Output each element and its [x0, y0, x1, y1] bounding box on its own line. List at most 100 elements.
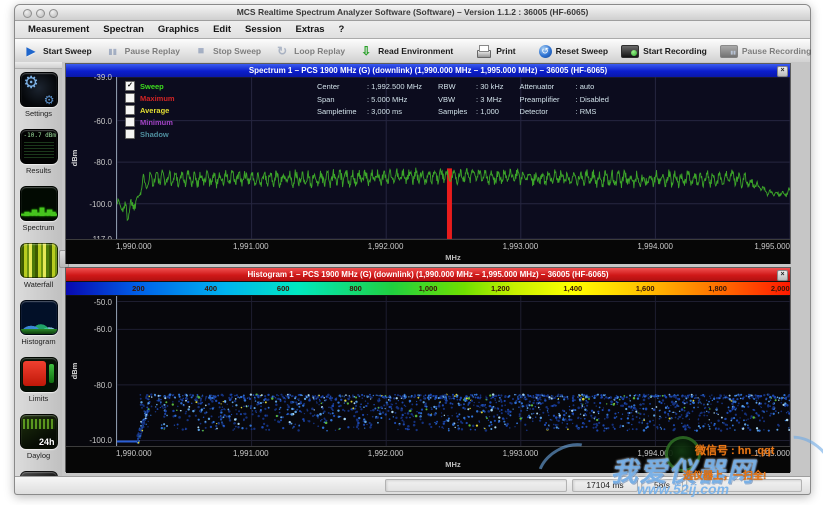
menu-item-spectran[interactable]: Spectran [96, 21, 151, 38]
legend-label: Maximum [140, 94, 175, 103]
close-window-button[interactable] [23, 9, 32, 18]
results-icon: -10.7 dBm [20, 129, 58, 164]
results-preview-text: -10.7 dBm [24, 132, 57, 139]
legend-label: Average [140, 106, 169, 115]
toolbar-button-pause-recording[interactable]: Pause Recording [720, 45, 811, 58]
y-tick-label: -80.0 [94, 381, 112, 390]
colorbar-tick-label: 1,200 [491, 284, 510, 293]
legend-checkbox[interactable] [125, 105, 135, 115]
sidebar-item-label: Histogram [15, 337, 62, 346]
histogram-panel-titlebar[interactable]: Histogram 1 – PCS 1900 MHz (G) (downlink… [66, 268, 790, 281]
info-label: Detector [520, 106, 576, 119]
legend-item-sweep[interactable]: ✓ Sweep [125, 80, 175, 92]
info-label: Attenuator [520, 81, 576, 94]
menu-item-graphics[interactable]: Graphics [151, 21, 206, 38]
info-value: : 3 MHz [476, 95, 502, 104]
status-cell [385, 479, 567, 492]
histogram-close-icon[interactable]: × [777, 270, 788, 281]
toolbar-button-stop-sweep[interactable]: Stop Sweep [193, 44, 261, 59]
sidebar-item-daylog[interactable]: 24hDaylog [15, 411, 62, 468]
legend-checkbox[interactable] [125, 129, 135, 139]
histogram-icon [20, 300, 58, 335]
x-tick-label: 1,992.000 [368, 449, 404, 458]
colorbar-tick-label: 1,800 [708, 284, 727, 293]
info-column: Attenuator: autoPreamplifier: DisabledDe… [520, 81, 609, 119]
reset-sweep-icon [539, 45, 552, 58]
sidebar-item-limits[interactable]: Limits [15, 354, 62, 411]
toolbar-button-print[interactable]: Print [476, 44, 515, 59]
sidebar-item-histogram[interactable]: Histogram [15, 297, 62, 354]
menu-item-extras[interactable]: Extras [288, 21, 331, 38]
legend-checkbox[interactable] [125, 93, 135, 103]
info-label: Samples [438, 106, 476, 119]
info-value: : RMS [576, 107, 597, 116]
daylog-icon: 24h [20, 414, 58, 449]
read-environment-icon [358, 44, 374, 59]
legend-item-maximum[interactable]: Maximum [125, 92, 175, 104]
x-tick-label: 1,994.000 [637, 449, 673, 458]
legend-label: Minimum [140, 118, 173, 127]
legend-checkbox[interactable] [125, 117, 135, 127]
toolbar-button-pause-replay[interactable]: Pause Replay [105, 44, 180, 59]
colorbar-tick-label: 600 [277, 284, 290, 293]
toolbar-button-label: Read Environment [378, 46, 453, 56]
info-value: : Disabled [576, 95, 609, 104]
menu-item-edit[interactable]: Edit [206, 21, 238, 38]
zoom-window-button[interactable] [49, 9, 58, 18]
legend-label: Sweep [140, 82, 164, 91]
loop-replay-icon [274, 44, 290, 59]
y-tick-label: -60.0 [94, 117, 112, 126]
right-gutter [793, 62, 810, 477]
traffic-lights [23, 9, 58, 18]
toolbar-button-label: Pause Replay [125, 46, 180, 56]
spectrum-legend: ✓ Sweep Maximum Average Minimum Shadow [125, 80, 175, 140]
legend-item-minimum[interactable]: Minimum [125, 116, 175, 128]
menu-item-help[interactable]: ? [332, 21, 352, 38]
spectrum-panel-titlebar[interactable]: Spectrum 1 – PCS 1900 MHz (G) (downlink)… [66, 64, 790, 77]
menu-bar: MeasurementSpectranGraphicsEditSessionEx… [15, 21, 810, 39]
histogram-panel: Histogram 1 – PCS 1900 MHz (G) (downlink… [65, 267, 791, 472]
sidebar-item-results[interactable]: -10.7 dBmResults [15, 126, 62, 183]
histogram-y-axis-label: dBm [70, 363, 79, 380]
sidebar-item-waterfall[interactable]: Waterfall [15, 240, 62, 297]
menu-item-session[interactable]: Session [238, 21, 288, 38]
toolbar-button-loop-replay[interactable]: Loop Replay [274, 44, 345, 59]
y-tick-label: -80.0 [94, 158, 112, 167]
toolbar-button-read-environment[interactable]: Read Environment [358, 44, 453, 59]
histogram-x-axis: MHz 1,990.0001,991.0001,992.0001,993.000… [66, 446, 790, 473]
info-row: Span: 5.000 MHz [317, 94, 422, 107]
histogram-plot[interactable] [116, 296, 790, 446]
sidebar-item-label: Limits [15, 394, 62, 403]
histogram-colorbar: 2004006008001,0001,2001,4001,6001,8002,0… [66, 281, 790, 296]
legend-item-average[interactable]: Average [125, 104, 175, 116]
spectrum-panel-title: Spectrum 1 – PCS 1900 MHz (G) (downlink)… [249, 66, 607, 75]
y-tick-label: -50.0 [94, 298, 112, 307]
menu-item-measurement[interactable]: Measurement [21, 21, 96, 38]
spectrum-x-axis: MHz 1,990.0001,991.0001,992.0001,993.000… [66, 239, 790, 264]
sidebar-header-strip [15, 62, 62, 69]
info-column: Center: 1,992.500 MHzSpan: 5.000 MHzSamp… [317, 81, 422, 119]
window-title: MCS Realtime Spectrum Analyzer Software … [15, 5, 810, 20]
info-value: : 1,000 [476, 107, 499, 116]
minimize-window-button[interactable] [36, 9, 45, 18]
status-cell [686, 479, 802, 492]
colorbar-tick-label: 1,000 [419, 284, 438, 293]
x-tick-label: 1,995.000 [754, 242, 790, 251]
legend-label: Shadow [140, 130, 169, 139]
spectrum-icon [20, 186, 58, 221]
colorbar-tick-label: 200 [132, 284, 145, 293]
settings-icon [20, 72, 58, 107]
info-value: : auto [576, 82, 595, 91]
content-area: Settings-10.7 dBmResultsSpectrumWaterfal… [15, 62, 810, 477]
legend-checkbox[interactable]: ✓ [125, 81, 135, 91]
toolbar-button-start-recording[interactable]: Start Recording [621, 45, 707, 58]
spectrum-close-icon[interactable]: × [777, 66, 788, 77]
spectrum-plot[interactable]: ✓ Sweep Maximum Average Minimum Shadow Center… [116, 77, 790, 239]
toolbar-button-label: Start Sweep [43, 46, 92, 56]
sidebar-item-spectrum[interactable]: Spectrum [15, 183, 62, 240]
histogram-canvas [117, 296, 790, 446]
toolbar-button-reset-sweep[interactable]: Reset Sweep [539, 45, 608, 58]
sidebar-item-settings[interactable]: Settings [15, 69, 62, 126]
toolbar-button-start-sweep[interactable]: Start Sweep [23, 44, 92, 59]
legend-item-shadow[interactable]: Shadow [125, 128, 175, 140]
